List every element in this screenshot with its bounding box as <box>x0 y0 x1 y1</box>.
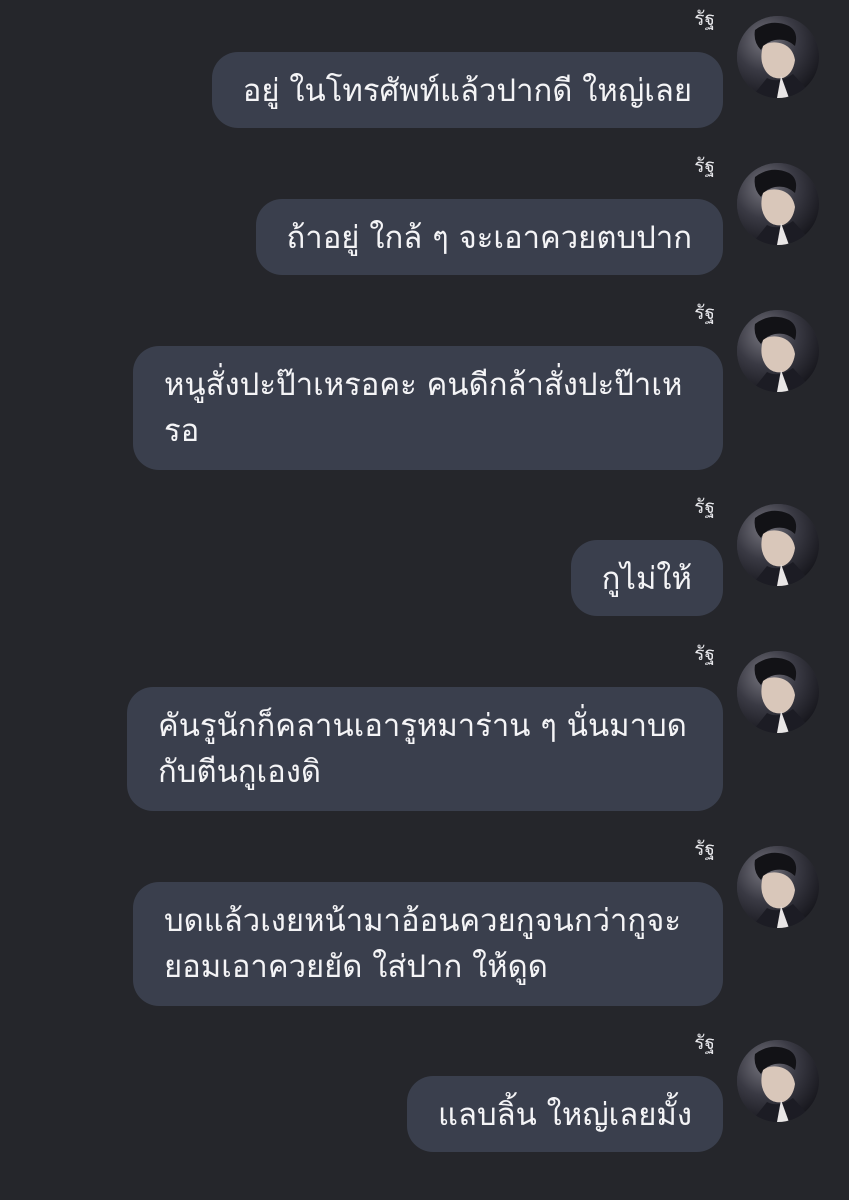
message-bubble[interactable]: แลบลิ้น ใหญ่เลยมั้ง <box>406 1076 723 1152</box>
avatar-portrait-icon <box>737 310 819 392</box>
sender-name: รัฐ <box>694 155 715 177</box>
message-row: รัฐ แลบลิ้น ใหญ่เลยมั้ง <box>0 1032 849 1162</box>
avatar[interactable] <box>737 504 819 586</box>
message-bubble[interactable]: ถ้าอยู่ ใกล้ ๆ จะเอาควยตบปาก <box>255 199 723 275</box>
avatar-portrait-icon <box>737 1040 819 1122</box>
message-bubble[interactable]: หนูสั่งปะป๊าเหรอคะ คนดีกล้าสั่งปะป๊าเหรอ <box>133 346 723 470</box>
message-bubble[interactable]: กูไม่ให้ <box>570 540 723 616</box>
avatar[interactable] <box>737 651 819 733</box>
avatar[interactable] <box>737 310 819 392</box>
message-row: รัฐ คันรูนักก็คลานเอารูหมาร่าน ๆ นั่นมาบ… <box>0 643 849 818</box>
message-row: รัฐ กูไม่ให้ <box>0 496 849 626</box>
avatar-portrait-icon <box>737 651 819 733</box>
sender-name: รัฐ <box>694 643 715 665</box>
avatar-portrait-icon <box>737 163 819 245</box>
sender-name: รัฐ <box>694 838 715 860</box>
avatar[interactable] <box>737 1040 819 1122</box>
sender-name: รัฐ <box>694 8 715 30</box>
avatar[interactable] <box>737 16 819 98</box>
message-bubble[interactable]: คันรูนักก็คลานเอารูหมาร่าน ๆ นั่นมาบดกับ… <box>127 687 723 811</box>
message-row: รัฐ อยู่ ในโทรศัพท์แล้วปากดี ใหญ่เลย <box>0 8 849 138</box>
message-bubble[interactable]: อยู่ ในโทรศัพท์แล้วปากดี ใหญ่เลย <box>211 52 723 128</box>
avatar[interactable] <box>737 163 819 245</box>
avatar-portrait-icon <box>737 846 819 928</box>
message-bubble[interactable]: บดแล้วเงยหน้ามาอ้อนควยกูจนกว่ากูจะยอมเอา… <box>133 882 723 1006</box>
message-row: รัฐ บดแล้วเงยหน้ามาอ้อนควยกูจนกว่ากูจะยอ… <box>0 838 849 1013</box>
chat-thread: รัฐ อยู่ ในโทรศัพท์แล้วปากดี ใหญ่เลย รัฐ… <box>0 0 849 1200</box>
avatar-portrait-icon <box>737 504 819 586</box>
sender-name: รัฐ <box>694 1032 715 1054</box>
avatar[interactable] <box>737 846 819 928</box>
message-row: รัฐ ถ้าอยู่ ใกล้ ๆ จะเอาควยตบปาก <box>0 155 849 285</box>
sender-name: รัฐ <box>694 496 715 518</box>
avatar-portrait-icon <box>737 16 819 98</box>
message-row: รัฐ หนูสั่งปะป๊าเหรอคะ คนดีกล้าสั่งปะป๊า… <box>0 302 849 477</box>
sender-name: รัฐ <box>694 302 715 324</box>
